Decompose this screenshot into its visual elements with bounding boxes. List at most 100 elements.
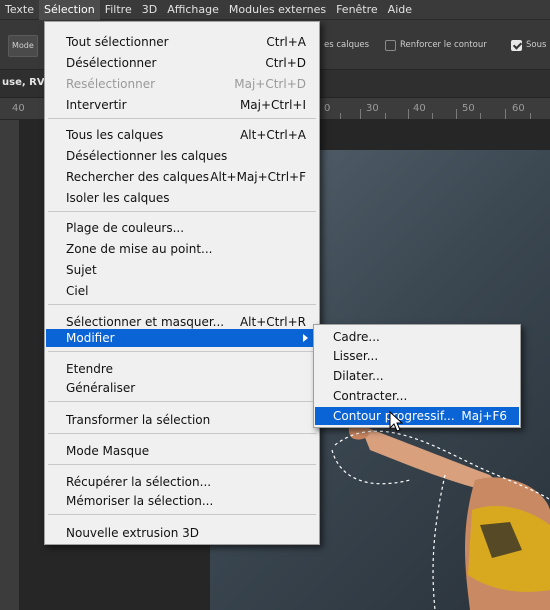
modify-submenu: Cadre... Lisser... Dilater... Contracter… — [313, 324, 521, 428]
menu-item-shortcut: Maj+F6 — [461, 409, 507, 423]
ruler-tick — [385, 113, 386, 119]
menu-separator — [48, 464, 316, 465]
menu-item-save-selection[interactable]: Mémoriser la sélection... — [46, 492, 318, 510]
ruler-label: 40 — [12, 103, 25, 114]
submenu-arrow-icon — [303, 334, 308, 342]
menu-separator — [48, 401, 316, 402]
ruler-tick — [530, 113, 531, 119]
menu-item-label: Généraliser — [66, 381, 136, 395]
menu-separator — [48, 514, 316, 515]
ruler-label: 0 — [324, 103, 331, 114]
menu-item-label: Nouvelle extrusion 3D — [66, 526, 200, 540]
menu-separator — [48, 211, 316, 212]
menu-item-sky[interactable]: Ciel — [46, 282, 318, 300]
menu-item-label: Mode Masque — [66, 444, 150, 458]
strengthen-edge-checkbox[interactable] — [385, 40, 396, 51]
submenu-item-expand[interactable]: Dilater... — [315, 367, 519, 385]
menu-separator — [48, 351, 316, 352]
menu-item-isolate-layers[interactable]: Isoler les calques — [46, 189, 318, 207]
menu-item-label: Zone de mise au point... — [66, 242, 213, 256]
menu-item-focus-area[interactable]: Zone de mise au point... — [46, 240, 318, 258]
menu-item-shortcut: Maj+Ctrl+D — [234, 77, 306, 91]
menu-item-select-all[interactable]: Tout sélectionner Ctrl+A — [46, 33, 318, 51]
menu-item-label: Transformer la sélection — [66, 413, 211, 427]
menu-separator — [48, 433, 316, 434]
menu-item-label: Contracter... — [333, 389, 408, 403]
ruler-tick — [432, 113, 433, 119]
document-tab[interactable]: use, RV — [2, 77, 45, 88]
menu-item-grow[interactable]: Etendre — [46, 360, 318, 378]
menu-item-label: Tout sélectionner — [66, 35, 169, 49]
menu-item-inverse[interactable]: Intervertir Maj+Ctrl+I — [46, 96, 318, 114]
submenu-item-border[interactable]: Cadre... — [315, 328, 519, 346]
selection-menu: Tout sélectionner Ctrl+A Désélectionner … — [44, 21, 320, 545]
ruler-label: 50 — [462, 103, 475, 114]
menu-item-transform-selection[interactable]: Transformer la sélection — [46, 411, 318, 429]
ruler-tick — [408, 109, 409, 119]
menu-item-subject[interactable]: Sujet — [46, 261, 318, 279]
menu-item-label: Mémoriser la sélection... — [66, 494, 214, 508]
menu-item-label: Rechercher des calques — [66, 170, 209, 184]
ruler-tick — [505, 109, 506, 119]
menu-item-quick-mask[interactable]: Mode Masque — [46, 442, 318, 460]
menu-item-find-layers[interactable]: Rechercher des calques Alt+Maj+Ctrl+F — [46, 168, 318, 186]
all-layers-label: es calques — [324, 40, 370, 50]
menu-item-label: Lisser... — [333, 349, 379, 363]
submenu-item-smooth[interactable]: Lisser... — [315, 347, 519, 365]
submenu-item-feather[interactable]: Contour progressif... Maj+F6 — [315, 407, 519, 425]
menu-item-shortcut: Ctrl+A — [266, 35, 306, 49]
menu-item-new-3d-extrusion[interactable]: Nouvelle extrusion 3D — [46, 524, 318, 542]
menu-affichage[interactable]: Affichage — [162, 0, 224, 20]
menu-item-load-selection[interactable]: Récupérer la sélection... — [46, 473, 318, 491]
menu-separator — [48, 304, 316, 305]
menu-separator — [48, 118, 316, 119]
menu-item-modify[interactable]: Modifier — [46, 329, 318, 347]
menu-item-label: Etendre — [66, 362, 113, 376]
menu-item-label: Isoler les calques — [66, 191, 170, 205]
ruler-tick — [480, 113, 481, 119]
ruler-tick — [340, 113, 341, 119]
menu-bar: Texte Sélection Filtre 3D Affichage Modu… — [0, 0, 550, 20]
menu-3d[interactable]: 3D — [137, 0, 162, 20]
menu-filtre[interactable]: Filtre — [100, 0, 137, 20]
menu-aide[interactable]: Aide — [383, 0, 417, 20]
ruler-label: 40 — [413, 103, 426, 114]
menu-item-deselect-layers[interactable]: Désélectionner les calques — [46, 147, 318, 165]
menu-texte[interactable]: Texte — [0, 0, 39, 20]
menu-modules-externes[interactable]: Modules externes — [224, 0, 331, 20]
menu-item-reselect: Resélectionner Maj+Ctrl+D — [46, 75, 318, 93]
menu-item-label: Désélectionner les calques — [66, 149, 228, 163]
sous-label: Sous — [526, 40, 547, 50]
submenu-item-contract[interactable]: Contracter... — [315, 387, 519, 405]
menu-item-shortcut: Alt+Ctrl+A — [240, 128, 306, 142]
menu-item-shortcut: Maj+Ctrl+I — [239, 98, 306, 112]
menu-item-label: Sujet — [66, 263, 97, 277]
menu-item-color-range[interactable]: Plage de couleurs... — [46, 219, 318, 237]
menu-item-all-layers[interactable]: Tous les calques Alt+Ctrl+A — [46, 126, 318, 144]
ruler-tick — [360, 109, 361, 119]
menu-item-label: Dilater... — [333, 369, 384, 383]
menu-item-label: Cadre... — [333, 330, 380, 344]
menu-item-label: Resélectionner — [66, 77, 156, 91]
menu-item-label: Intervertir — [66, 98, 127, 112]
menu-item-label: Récupérer la sélection... — [66, 475, 212, 489]
menu-fenetre[interactable]: Fenêtre — [331, 0, 383, 20]
menu-item-label: Désélectionner — [66, 56, 157, 70]
vertical-ruler — [0, 120, 20, 610]
sous-checkbox[interactable] — [511, 40, 522, 51]
strengthen-edge-label: Renforcer le contour — [400, 40, 487, 50]
ruler-tick — [456, 109, 457, 119]
ruler-label: 30 — [366, 103, 379, 114]
mode-dropdown[interactable]: Mode — [8, 35, 38, 57]
mouse-pointer-icon — [389, 411, 403, 432]
menu-item-label: Plage de couleurs... — [66, 221, 185, 235]
menu-item-label: Modifier — [66, 331, 115, 345]
menu-item-label: Ciel — [66, 284, 89, 298]
menu-item-similar[interactable]: Généraliser — [46, 379, 318, 397]
menu-item-label: Tous les calques — [66, 128, 164, 142]
menu-item-shortcut: Alt+Maj+Ctrl+F — [210, 170, 306, 184]
menu-item-shortcut: Ctrl+D — [265, 56, 306, 70]
menu-item-deselect[interactable]: Désélectionner Ctrl+D — [46, 54, 318, 72]
menu-selection[interactable]: Sélection — [39, 0, 100, 20]
ruler-label: 60 — [512, 103, 525, 114]
